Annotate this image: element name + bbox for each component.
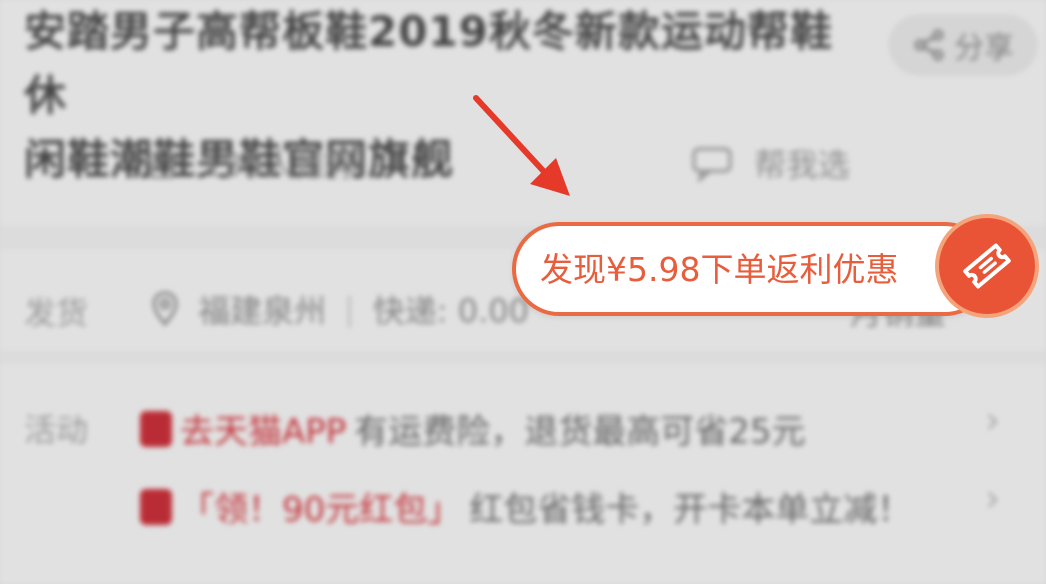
- coupon-button[interactable]: [935, 214, 1039, 318]
- ticket-icon: [963, 243, 1011, 289]
- rebate-tooltip-text[interactable]: 发现¥5.98下单返利优惠: [540, 244, 898, 296]
